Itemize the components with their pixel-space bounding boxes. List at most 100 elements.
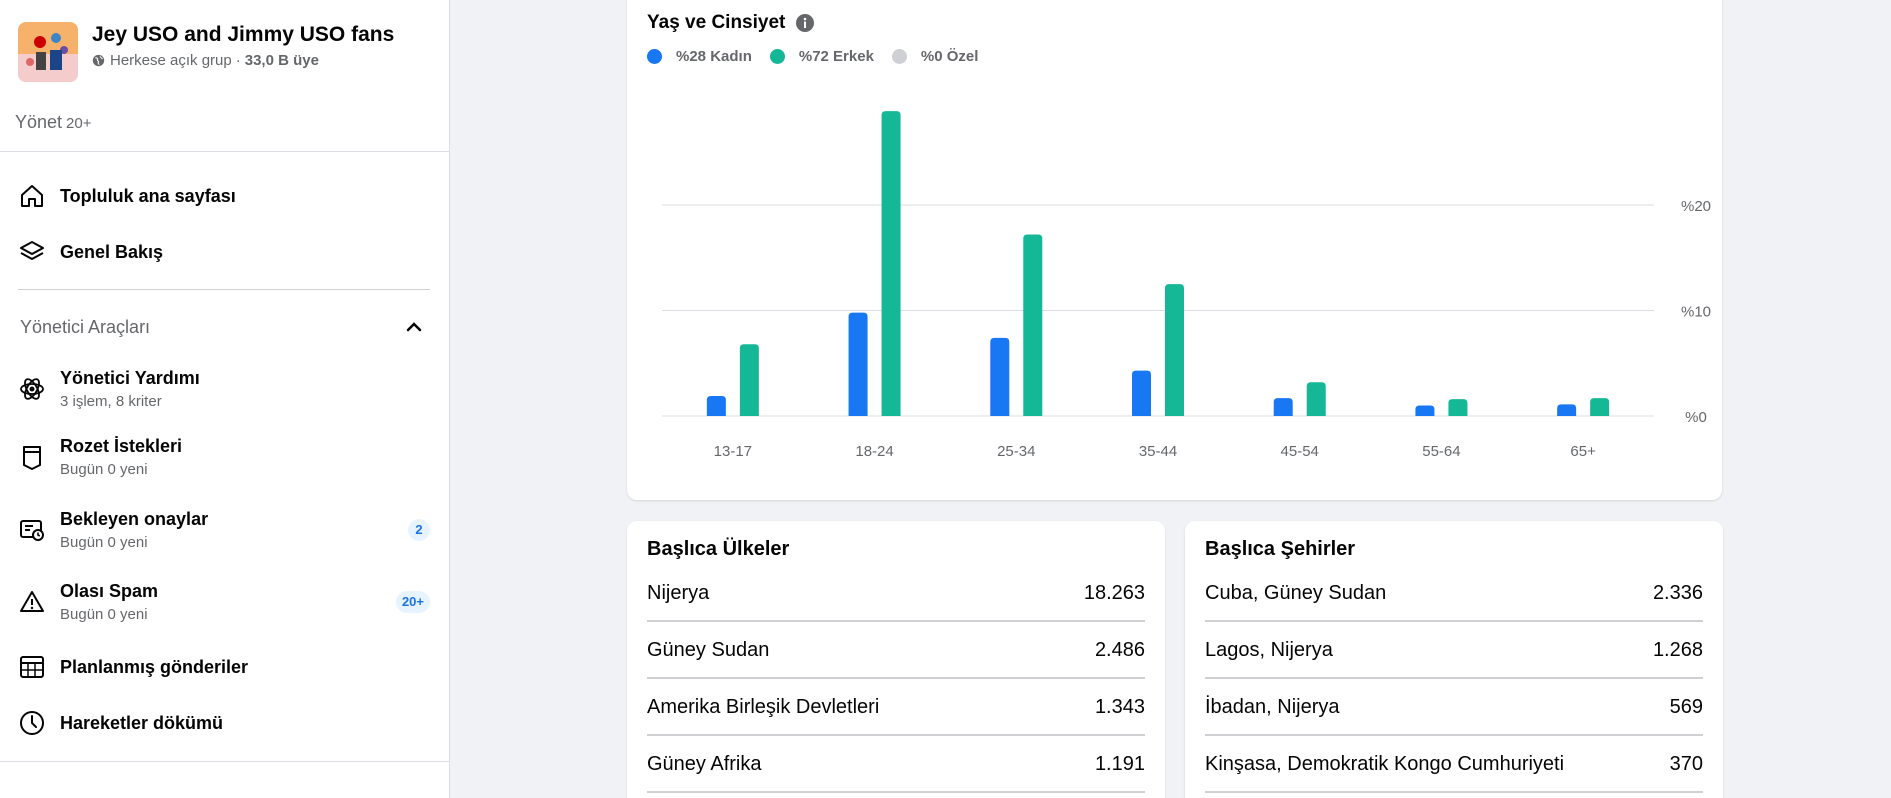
country-count: 1.343 [1094, 695, 1145, 718]
bar-erkek-13-17[interactable] [739, 344, 759, 416]
manage-label: Yönet [15, 112, 63, 132]
bar-kadın-65+[interactable] [1557, 404, 1577, 416]
x-tick-label: 35-44 [1139, 443, 1177, 460]
divider [0, 761, 449, 762]
list-item: Güney Sudan 2.486 [647, 622, 1145, 679]
top-cities-card: Başlıca Şehirler Cuba, Güney Sudan 2.336 … [1185, 521, 1723, 798]
chart-title-text: Yaş ve Cinsiyet [647, 12, 786, 33]
city-name: İbadan, Nijerya [1205, 695, 1340, 718]
bar-erkek-65+[interactable] [1590, 398, 1610, 416]
nav-subtext: Bugün 0 yeni [60, 534, 148, 551]
bar-kadın-25-34[interactable] [990, 337, 1010, 416]
privacy-separator: · [235, 52, 241, 69]
chart-title: Yaş ve Cinsiyet [647, 12, 815, 34]
legend-dot-female [647, 49, 662, 64]
manage-count: 20+ [66, 115, 92, 132]
country-name: Nijerya [647, 581, 710, 604]
legend-label: %72 Erkek [798, 48, 874, 65]
nav-subtext: Bugün 0 yeni [60, 461, 148, 478]
home-icon [18, 182, 46, 210]
divider [0, 151, 449, 152]
nav-label: Olası Spam [60, 581, 159, 601]
city-count: 569 [1669, 695, 1703, 718]
admin-tools-header[interactable]: Yönetici Araçları [20, 316, 425, 338]
age-gender-card: %0 %10 %20 13-17 18-24 25-34 35-44 45-54 55-64 65… [627, 0, 1722, 500]
x-tick-label: 55-64 [1422, 443, 1460, 460]
admin-tools-title: Yönetici Araçları [20, 316, 151, 337]
nav-overview[interactable]: Genel Bakış [18, 238, 430, 266]
nav-pending-approvals[interactable]: Bekleyen onaylar Bugün 0 yeni 2 [18, 508, 430, 551]
bar-erkek-25-34[interactable] [1023, 234, 1043, 416]
age-gender-chart: %0 %10 %20 13-17 18-24 25-34 35-44 45-54 55-64 65… [662, 111, 1711, 460]
pending-icon [18, 516, 46, 544]
nav-possible-spam[interactable]: Olası Spam Bugün 0 yeni 20+ [18, 580, 430, 623]
chevron-up-icon[interactable] [403, 316, 425, 338]
legend-item-female: %28 Kadın [647, 48, 752, 65]
country-name: Amerika Birleşik Devletleri [647, 695, 880, 718]
x-tick-label: 13-17 [714, 443, 752, 460]
notification-badge: 20+ [395, 590, 430, 613]
nav-admin-assist[interactable]: Yönetici Yardımı 3 işlem, 8 kriter [18, 367, 430, 410]
bar-erkek-18-24[interactable] [881, 111, 901, 416]
list-item: İbadan, Nijerya 569 [1205, 679, 1703, 736]
calendar-icon [18, 653, 46, 681]
city-count: 370 [1669, 752, 1703, 775]
warning-icon [18, 588, 46, 616]
city-name: Kinşasa, Demokratik Kongo Cumhuriyeti [1205, 752, 1565, 775]
info-icon[interactable] [795, 13, 815, 33]
group-sidebar: Jey USO and Jimmy USO fans Herkese açık … [0, 0, 450, 798]
city-count: 1.268 [1652, 638, 1703, 661]
nav-scheduled-posts[interactable]: Planlanmış gönderiler [18, 653, 430, 681]
bar-kadın-55-64[interactable] [1415, 405, 1435, 416]
y-tick-label: %10 [1681, 304, 1711, 321]
bar-erkek-35-44[interactable] [1165, 284, 1184, 416]
country-count: 18.263 [1083, 581, 1145, 604]
nav-label: Topluluk ana sayfası [60, 186, 236, 206]
gear-atom-icon [18, 375, 46, 403]
list-item: Kinşasa, Demokratik Kongo Cumhuriyeti 370 [1205, 736, 1703, 793]
nav-label: Hareketler dökümü [60, 713, 224, 733]
group-member-count[interactable]: 33,0 B üye [245, 52, 319, 69]
divider [18, 289, 430, 290]
nav-community-home[interactable]: Topluluk ana sayfası [18, 182, 430, 210]
bar-kadın-18-24[interactable] [848, 312, 868, 416]
legend-item-male: %72 Erkek [769, 48, 874, 65]
x-tick-label: 18-24 [855, 443, 893, 460]
list-item: Nijerya 18.263 [647, 565, 1145, 622]
x-tick-label: 45-54 [1281, 443, 1319, 460]
city-name: Lagos, Nijerya [1205, 638, 1333, 661]
nav-label: Planlanmış gönderiler [60, 657, 249, 677]
country-count: 2.486 [1094, 638, 1145, 661]
top-countries-card: Başlıca Ülkeler Nijerya 18.263 Güney Suda… [627, 521, 1165, 798]
group-privacy-line: Herkese açık grup · 33,0 B üye [92, 52, 394, 69]
bar-erkek-55-64[interactable] [1448, 399, 1468, 416]
list-item: Lagos, Nijerya 1.268 [1205, 622, 1703, 679]
legend-dot-male [769, 49, 785, 64]
list-item: Amerika Birleşik Devletleri 1.343 [647, 679, 1145, 736]
nav-activity-log[interactable]: Hareketler dökümü [18, 709, 430, 737]
country-name: Güney Afrika [647, 752, 762, 775]
legend-label: %28 Kadın [676, 48, 752, 65]
group-name[interactable]: Jey USO and Jimmy USO fans [92, 22, 394, 48]
country-count: 1.191 [1094, 752, 1145, 775]
bar-erkek-45-54[interactable] [1306, 382, 1326, 416]
group-header[interactable]: Jey USO and Jimmy USO fans Herkese açık … [18, 22, 394, 82]
group-avatar[interactable] [18, 22, 78, 82]
country-name: Güney Sudan [647, 638, 770, 661]
list-item: Güney Afrika 1.191 [647, 736, 1145, 793]
nav-label: Bekleyen onaylar [60, 509, 209, 529]
chart-legend: %28 Kadın %72 Erkek %0 Özel [647, 48, 996, 65]
y-tick-label: %0 [1685, 409, 1707, 426]
nav-label: Yönetici Yardımı [60, 368, 200, 388]
badge-icon [18, 443, 46, 471]
clock-icon [18, 709, 46, 737]
bar-kadın-45-54[interactable] [1273, 398, 1293, 416]
bar-kadın-35-44[interactable] [1132, 370, 1151, 416]
top-cities-title: Başlıca Şehirler [1205, 538, 1356, 560]
bar-kadın-13-17[interactable] [706, 395, 726, 416]
globe-icon [92, 54, 105, 67]
nav-badge-requests[interactable]: Rozet İstekleri Bugün 0 yeni [18, 435, 430, 478]
y-tick-label: %20 [1681, 198, 1711, 215]
x-tick-label: 25-34 [997, 443, 1035, 460]
manage-header: Yönet 20+ [15, 112, 92, 133]
